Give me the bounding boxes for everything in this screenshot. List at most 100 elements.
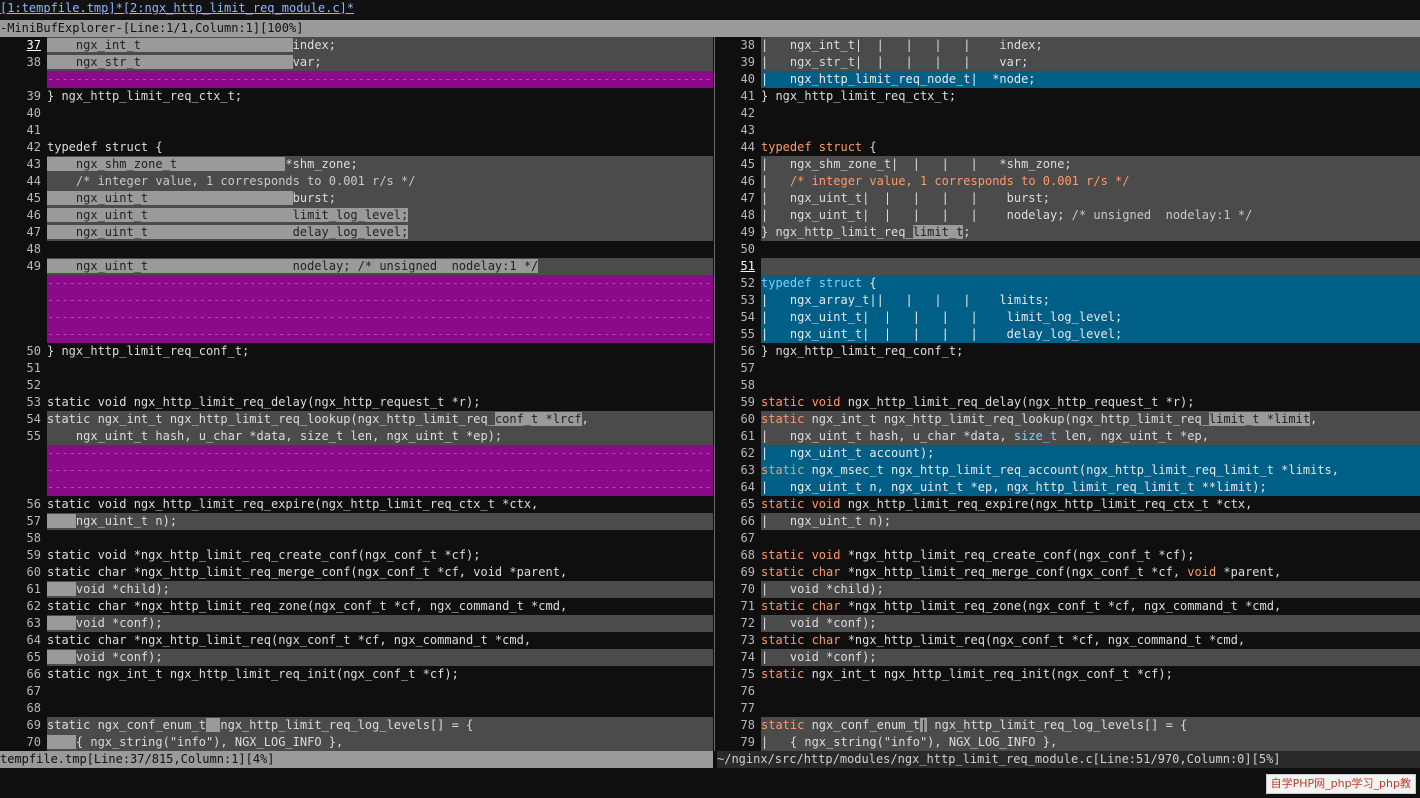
code-line[interactable]: 42 typedef struct { [0,139,713,156]
code-line[interactable]: 41} ngx_http_limit_req_ctx_t; [717,88,1420,105]
code-line[interactable]: 75 static ngx_int_t ngx_http_limit_req_in… [717,666,1420,683]
code-line[interactable]: 70 | void *child); [717,581,1420,598]
code-line[interactable]: 74 | void *conf); [717,649,1420,666]
code-token: static char *ngx_http_limit_req_zone(ngx… [47,599,568,613]
code-token: | [761,174,790,188]
code-line[interactable]: 41 [0,122,713,139]
diff-filler-line[interactable]: ----------------------------------------… [0,445,713,462]
line-text: ngx_str_t var; [47,54,713,71]
code-line[interactable]: 48 [0,241,713,258]
code-token: ngx_uint_t [47,191,293,205]
code-line[interactable]: 55 | ngx_uint_t| | | | | delay_log_level; [717,326,1420,343]
code-line[interactable]: 54 static ngx_int_t ngx_http_limit_req_lo… [0,411,713,428]
code-line[interactable]: 45 | ngx_shm_zone_t| | | | *shm_zone; [717,156,1420,173]
diff-pane-left[interactable]: 37 ngx_int_t index; 38 ngx_str_t var; ----… [0,37,713,751]
code-line[interactable]: 62 | ngx_uint_t account); [717,445,1420,462]
code-line[interactable]: 70 { ngx_string("info"), NGX_LOG_INFO }, [0,734,713,751]
code-line[interactable]: 39 | ngx_str_t| | | | | var; [717,54,1420,71]
line-text: } ngx_http_limit_req_ctx_t; [761,88,1420,105]
code-line[interactable]: 76 [717,683,1420,700]
command-line[interactable] [0,768,1420,798]
code-line[interactable]: 77 [717,700,1420,717]
code-line[interactable]: 55 ngx_uint_t hash, u_char *data, size_t… [0,428,713,445]
code-line[interactable]: 61 | ngx_uint_t hash, u_char *data, size_… [717,428,1420,445]
code-line[interactable]: 64 | ngx_uint_t n, ngx_uint_t *ep, ngx_ht… [717,479,1420,496]
code-line[interactable]: 68 static void *ngx_http_limit_req_create… [717,547,1420,564]
code-line[interactable]: 60 static ngx_int_t ngx_http_limit_req_lo… [717,411,1420,428]
code-line[interactable]: 57 ngx_uint_t n); [0,513,713,530]
code-line[interactable]: 59 static void ngx_http_limit_req_delay(n… [717,394,1420,411]
code-line[interactable]: 38 | ngx_int_t| | | | | index; [717,37,1420,54]
code-line[interactable]: 78 static ngx_conf_enum_t| ngx_http_limit… [717,717,1420,734]
line-number: 59 [0,547,47,564]
diff-filler-line[interactable]: ----------------------------------------… [0,462,713,479]
code-line[interactable]: 60 static char *ngx_http_limit_req_merge_… [0,564,713,581]
line-text: ----------------------------------------… [47,309,713,326]
code-line[interactable]: 69 static char *ngx_http_limit_req_merge_… [717,564,1420,581]
code-line[interactable]: 49} ngx_http_limit_req_limit_t; [717,224,1420,241]
code-line[interactable]: 58 [0,530,713,547]
code-line[interactable]: 57 [717,360,1420,377]
code-line[interactable]: 42 [717,105,1420,122]
code-line[interactable]: 61 void *child); [0,581,713,598]
diff-filler-line[interactable]: ----------------------------------------… [0,309,713,326]
code-line[interactable]: 59 static void *ngx_http_limit_req_create… [0,547,713,564]
code-line[interactable]: 65 static void ngx_http_limit_req_expire(… [717,496,1420,513]
code-line[interactable]: 63 static ngx_msec_t ngx_http_limit_req_a… [717,462,1420,479]
code-line[interactable]: 56} ngx_http_limit_req_conf_t; [717,343,1420,360]
code-line[interactable]: 44 typedef struct { [717,139,1420,156]
code-line[interactable]: 45 ngx_uint_t burst; [0,190,713,207]
code-line[interactable]: 68 [0,700,713,717]
code-line[interactable]: 52 typedef struct { [717,275,1420,292]
code-token: | void *conf); [761,616,877,630]
code-line[interactable]: 71 static char *ngx_http_limit_req_zone(n… [717,598,1420,615]
diff-pane-right[interactable]: 38 | ngx_int_t| | | | | index; 39 | ngx_str… [717,37,1420,751]
code-line[interactable]: 50} ngx_http_limit_req_conf_t; [0,343,713,360]
code-line[interactable]: 66 | ngx_uint_t n); [717,513,1420,530]
code-line[interactable]: 53 static void ngx_http_limit_req_delay(n… [0,394,713,411]
code-line[interactable]: 65 void *conf); [0,649,713,666]
line-text: void *conf); [47,649,713,666]
code-line[interactable]: 49 ngx_uint_t nodelay; /* unsigned nodel… [0,258,713,275]
code-line[interactable]: 38 ngx_str_t var; [0,54,713,71]
code-line[interactable]: 58 [717,377,1420,394]
code-line[interactable]: 53 | ngx_array_t|| | | | limits; [717,292,1420,309]
code-line[interactable]: 51 [717,258,1420,275]
code-line[interactable]: 37 ngx_int_t index; [0,37,713,54]
code-line[interactable]: 64 static char *ngx_http_limit_req(ngx_co… [0,632,713,649]
code-line[interactable]: 39} ngx_http_limit_req_ctx_t; [0,88,713,105]
code-line[interactable]: 43 ngx_shm_zone_t *shm_zone; [0,156,713,173]
code-line[interactable]: 40 [0,105,713,122]
code-line[interactable]: 62 static char *ngx_http_limit_req_zone(n… [0,598,713,615]
tab-line[interactable]: [1:tempfile.tmp]*[2:ngx_http_limit_req_m… [0,0,1420,17]
line-text: static void ngx_http_limit_req_delay(ngx… [761,394,1420,411]
line-number: 70 [717,581,761,598]
code-line[interactable]: 79 | { ngx_string("info"), NGX_LOG_INFO }… [717,734,1420,751]
code-token: size_t [1013,429,1058,443]
code-line[interactable]: 73 static char *ngx_http_limit_req(ngx_co… [717,632,1420,649]
code-line[interactable]: 47 | ngx_uint_t| | | | | burst; [717,190,1420,207]
code-line[interactable]: 43 [717,122,1420,139]
code-line[interactable]: 46 | /* integer value, 1 corresponds to 0… [717,173,1420,190]
code-line[interactable]: 63 void *conf); [0,615,713,632]
code-line[interactable]: 51 [0,360,713,377]
code-line[interactable]: 47 ngx_uint_t delay_log_level; [0,224,713,241]
code-line[interactable]: 50 [717,241,1420,258]
code-line[interactable]: 69 static ngx_conf_enum_t ngx_http_limit_… [0,717,713,734]
diff-filler-line[interactable]: ----------------------------------------… [0,292,713,309]
code-line[interactable]: 56 static void ngx_http_limit_req_expire(… [0,496,713,513]
code-line[interactable]: 48 | ngx_uint_t| | | | | nodelay; /* unsi… [717,207,1420,224]
code-line[interactable]: 40 | ngx_http_limit_req_node_t| *node; [717,71,1420,88]
diff-filler-line[interactable]: ----------------------------------------… [0,275,713,292]
code-line[interactable]: 54 | ngx_uint_t| | | | | limit_log_level; [717,309,1420,326]
code-line[interactable]: 72 | void *conf); [717,615,1420,632]
code-line[interactable]: 46 ngx_uint_t limit_log_level; [0,207,713,224]
code-line[interactable]: 67 [0,683,713,700]
code-line[interactable]: 52 [0,377,713,394]
diff-filler-line[interactable]: ----------------------------------------… [0,479,713,496]
diff-filler-line[interactable]: ----------------------------------------… [0,71,713,88]
code-line[interactable]: 44 /* integer value, 1 corresponds to 0.… [0,173,713,190]
code-line[interactable]: 66 static ngx_int_t ngx_http_limit_req_in… [0,666,713,683]
code-line[interactable]: 67 [717,530,1420,547]
diff-filler-line[interactable]: ----------------------------------------… [0,326,713,343]
